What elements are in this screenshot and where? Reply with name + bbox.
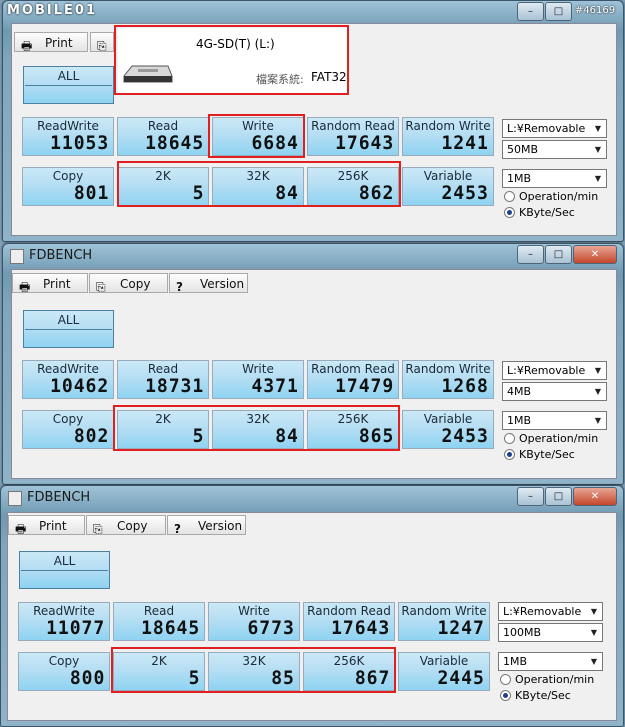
2k-tile[interactable]: 2K 5: [117, 167, 209, 206]
minimize-button[interactable]: –: [517, 245, 544, 264]
title-bar[interactable]: FDBENCH – □ ✕: [3, 244, 623, 268]
random-read-tile[interactable]: Random Read 17643: [303, 602, 395, 641]
variable-tile[interactable]: Variable 2445: [398, 652, 490, 691]
title-bar[interactable]: MOBILE01 – □ #46169: [3, 1, 623, 25]
client-area: 🖶 Print ⎘ Copy ? Version ALL ReadWrite 11…: [7, 512, 617, 721]
copy-button[interactable]: ⎘ Copy: [86, 515, 166, 536]
title-bar[interactable]: FDBENCH – □ ✕: [1, 486, 623, 510]
chevron-down-icon: ▼: [594, 174, 602, 183]
block-select[interactable]: 1MB ▼: [498, 652, 603, 671]
256k-tile[interactable]: 256K 862: [307, 167, 399, 206]
write-tile[interactable]: Write 4371: [212, 360, 304, 399]
copy-icon: ⎘: [96, 280, 106, 294]
size-select[interactable]: 100MB ▼: [498, 623, 603, 642]
copy-tile[interactable]: Copy 800: [18, 652, 110, 691]
random-write-tile[interactable]: Random Write 1247: [398, 602, 490, 641]
block-select[interactable]: 1MB ▼: [502, 169, 607, 188]
printer-icon: 🖶: [19, 280, 31, 294]
maximize-button[interactable]: □: [545, 245, 572, 264]
client-area: 🖶 Print ⎘ 4G-SD(T) (L:) 檔案系統: FAT32 ALL …: [11, 23, 617, 236]
drive-select[interactable]: L:¥Removable ▼: [498, 602, 603, 621]
block-select[interactable]: 1MB ▼: [502, 411, 607, 430]
card-reader-icon: [123, 65, 173, 83]
2k-tile[interactable]: 2K 5: [113, 652, 205, 691]
filesystem-value: FAT32: [311, 70, 347, 84]
variable-tile[interactable]: Variable 2453: [402, 167, 494, 206]
read-tile[interactable]: Read 18645: [113, 602, 205, 641]
client-area: 🖶 Print ⎘ Copy ? Version ALL ReadWrite 10…: [11, 269, 617, 479]
close-button[interactable]: ✕: [573, 245, 617, 264]
write-tile[interactable]: Write 6773: [208, 602, 300, 641]
random-read-tile[interactable]: Random Read 17479: [307, 360, 399, 399]
filesystem-label: 檔案系統:: [256, 73, 304, 86]
watermark-id: #46169: [574, 5, 616, 16]
copy-icon: ⎘: [97, 39, 107, 53]
app-icon: [8, 491, 22, 506]
chevron-down-icon: ▼: [594, 366, 602, 375]
drive-select[interactable]: L:¥Removable ▼: [502, 361, 607, 380]
print-button[interactable]: 🖶 Print: [14, 32, 88, 53]
copy-icon: ⎘: [93, 522, 103, 536]
read-tile[interactable]: Read 18731: [117, 360, 209, 399]
drive-select[interactable]: L:¥Removable ▼: [502, 119, 607, 138]
help-icon: ?: [174, 522, 181, 536]
copy-tile[interactable]: Copy 802: [22, 410, 114, 449]
maximize-button[interactable]: □: [545, 2, 572, 21]
copy-button[interactable]: ⎘ Copy: [89, 273, 168, 294]
version-button[interactable]: ? Version: [167, 515, 246, 536]
chevron-down-icon: ▼: [594, 124, 602, 133]
print-button[interactable]: 🖶 Print: [8, 515, 85, 536]
readwrite-tile[interactable]: ReadWrite 11077: [18, 602, 110, 641]
write-tile[interactable]: Write 6684: [212, 117, 304, 156]
all-button[interactable]: ALL: [19, 551, 110, 589]
window-title: FDBENCH: [27, 490, 91, 505]
copy-button[interactable]: ⎘: [90, 32, 114, 53]
chevron-down-icon: ▼: [594, 387, 602, 396]
size-select[interactable]: 50MB ▼: [502, 140, 607, 159]
printer-icon: 🖶: [21, 39, 33, 53]
2k-tile[interactable]: 2K 5: [117, 410, 209, 449]
256k-tile[interactable]: 256K 867: [303, 652, 395, 691]
maximize-button[interactable]: □: [545, 487, 572, 506]
copy-tile[interactable]: Copy 801: [22, 167, 114, 206]
fdbench-window-3: FDBENCH – □ ✕ 🖶 Print ⎘ Copy ? Version A…: [0, 485, 624, 727]
random-write-tile[interactable]: Random Write 1268: [402, 360, 494, 399]
readwrite-tile[interactable]: ReadWrite 11053: [22, 117, 114, 156]
chevron-down-icon: ▼: [590, 657, 598, 666]
app-icon: [10, 249, 24, 264]
help-icon: ?: [176, 280, 183, 294]
drive-name: 4G-SD(T) (L:): [196, 37, 275, 51]
print-button[interactable]: 🖶 Print: [12, 273, 88, 294]
close-button[interactable]: ✕: [573, 487, 617, 506]
readwrite-tile[interactable]: ReadWrite 10462: [22, 360, 114, 399]
256k-tile[interactable]: 256K 865: [307, 410, 399, 449]
32k-tile[interactable]: 32K 85: [208, 652, 300, 691]
drive-info-panel: 4G-SD(T) (L:) 檔案系統: FAT32: [118, 28, 349, 94]
variable-tile[interactable]: Variable 2453: [402, 410, 494, 449]
fdbench-window-1: MOBILE01 – □ #46169 🖶 Print ⎘ 4G-SD(T) (…: [2, 0, 624, 242]
chevron-down-icon: ▼: [590, 607, 598, 616]
minimize-button[interactable]: –: [517, 487, 544, 506]
fdbench-window-2: FDBENCH – □ ✕ 🖶 Print ⎘ Copy ? Version A…: [2, 243, 624, 485]
version-button[interactable]: ? Version: [169, 273, 248, 294]
all-button[interactable]: ALL: [23, 310, 114, 348]
random-read-tile[interactable]: Random Read 17643: [307, 117, 399, 156]
random-write-tile[interactable]: Random Write 1241: [402, 117, 494, 156]
32k-tile[interactable]: 32K 84: [212, 167, 304, 206]
mobile01-logo: MOBILE01: [7, 3, 97, 18]
printer-icon: 🖶: [15, 522, 27, 536]
chevron-down-icon: ▼: [594, 145, 602, 154]
size-select[interactable]: 4MB ▼: [502, 382, 607, 401]
chevron-down-icon: ▼: [590, 628, 598, 637]
window-title: FDBENCH: [29, 248, 93, 263]
read-tile[interactable]: Read 18645: [117, 117, 209, 156]
chevron-down-icon: ▼: [594, 416, 602, 425]
32k-tile[interactable]: 32K 84: [212, 410, 304, 449]
minimize-button[interactable]: –: [517, 2, 544, 21]
all-button[interactable]: ALL: [23, 66, 114, 104]
